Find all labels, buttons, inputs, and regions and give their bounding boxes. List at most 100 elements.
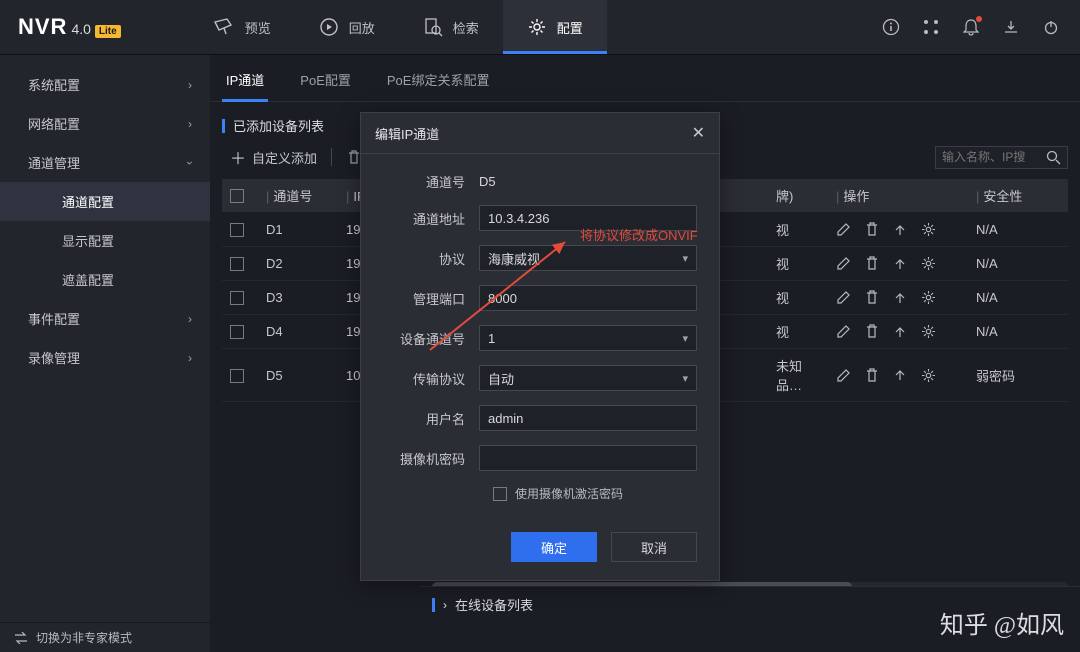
cell-security: N/A — [968, 247, 1068, 281]
nav-search[interactable]: 检索 — [399, 0, 503, 54]
swap-icon — [14, 632, 28, 644]
edit-icon[interactable] — [836, 256, 851, 271]
nav-playback[interactable]: 回放 — [295, 0, 399, 54]
nav-preview[interactable]: 预览 — [189, 0, 295, 54]
delete-icon[interactable] — [865, 290, 879, 305]
up-icon[interactable] — [893, 291, 907, 305]
delete-icon[interactable] — [865, 324, 879, 339]
cell-brand: 视 — [768, 281, 828, 315]
info-icon[interactable] — [882, 18, 900, 36]
up-icon[interactable] — [893, 223, 907, 237]
edit-channel-dialog: 编辑IP通道 ✕ 通道号D5 通道地址 协议海康威视▾ 管理端口 设备通道号1▾… — [360, 112, 720, 581]
chevron-right-icon: › — [188, 117, 192, 131]
edit-icon[interactable] — [836, 324, 851, 339]
ok-button[interactable]: 确定 — [511, 532, 597, 562]
cell-channel: D4 — [258, 315, 338, 349]
nav-search-label: 检索 — [453, 18, 479, 37]
col-ops: 操作 — [843, 189, 869, 204]
label-channel: 通道号 — [383, 172, 479, 191]
nav-config-label: 配置 — [557, 18, 583, 37]
tab-ip-channel[interactable]: IP通道 — [222, 70, 268, 101]
power-icon[interactable] — [1042, 18, 1060, 36]
delete-icon[interactable] — [865, 222, 879, 237]
tab-poe-bind[interactable]: PoE绑定关系配置 — [383, 70, 494, 101]
nav-playback-label: 回放 — [349, 18, 375, 37]
delete-icon[interactable] — [865, 256, 879, 271]
row-checkbox[interactable] — [230, 325, 244, 339]
label-address: 通道地址 — [383, 209, 479, 228]
cell-brand: 视 — [768, 315, 828, 349]
sidebar-item-display-config[interactable]: 显示配置 — [0, 221, 210, 260]
settings-icon[interactable] — [921, 290, 936, 305]
dev-channel-select[interactable]: 1▾ — [479, 325, 697, 351]
search-icon[interactable] — [1046, 150, 1061, 165]
up-icon[interactable] — [893, 257, 907, 271]
sidebar-item-network[interactable]: 网络配置 › — [0, 104, 210, 143]
select-all-checkbox[interactable] — [230, 189, 244, 203]
edit-icon[interactable] — [836, 290, 851, 305]
use-activate-checkbox[interactable]: 使用摄像机激活密码 — [493, 485, 697, 502]
label-transport: 传输协议 — [383, 369, 479, 388]
nav-config[interactable]: 配置 — [503, 0, 607, 54]
sidebar-item-channel-config[interactable]: 通道配置 — [0, 182, 210, 221]
up-icon[interactable] — [893, 325, 907, 339]
cancel-button[interactable]: 取消 — [611, 532, 697, 562]
edit-icon[interactable] — [836, 368, 851, 383]
row-checkbox[interactable] — [230, 223, 244, 237]
cell-brand: 视 — [768, 247, 828, 281]
col-brand: 牌) — [776, 189, 793, 204]
dev-channel-value: 1 — [488, 331, 495, 346]
settings-icon[interactable] — [921, 222, 936, 237]
section-online-devices[interactable]: › 在线设备列表 — [420, 586, 1080, 622]
logo-edition: Lite — [95, 25, 121, 38]
sidebar-item-event[interactable]: 事件配置› — [0, 299, 210, 338]
edit-icon[interactable] — [836, 222, 851, 237]
delete-icon[interactable] — [865, 368, 879, 383]
sidebar-item-record[interactable]: 录像管理 › — [0, 338, 210, 377]
sidebar-item-mask-config[interactable]: 遮盖配置 — [0, 260, 210, 299]
settings-icon[interactable] — [921, 368, 936, 383]
sidebar: 系统配置› 网络配置 › 通道管理› 通道配置 显示配置 遮盖配置 事件配置› 录… — [0, 55, 210, 622]
search-doc-icon — [423, 17, 443, 37]
search-input[interactable] — [942, 150, 1042, 164]
cell-channel: D2 — [258, 247, 338, 281]
custom-add-button[interactable]: ＋ 自定义添加 — [230, 145, 317, 169]
bell-icon[interactable] — [962, 18, 980, 36]
label-dev-channel: 设备通道号 — [383, 329, 479, 348]
settings-icon[interactable] — [921, 324, 936, 339]
row-checkbox[interactable] — [230, 291, 244, 305]
protocol-value: 海康威视 — [488, 249, 540, 268]
tab-poe-config[interactable]: PoE配置 — [296, 70, 355, 101]
sidebar-label: 网络配置 — [28, 114, 80, 133]
cell-security: N/A — [968, 213, 1068, 247]
apps-icon[interactable] — [922, 18, 940, 36]
chevron-down-icon: ▾ — [682, 252, 688, 265]
port-input[interactable] — [479, 285, 697, 311]
transport-select[interactable]: 自动▾ — [479, 365, 697, 391]
up-icon[interactable] — [893, 368, 907, 382]
row-checkbox[interactable] — [230, 369, 244, 383]
protocol-select[interactable]: 海康威视 ▾ — [479, 245, 697, 271]
close-icon[interactable]: ✕ — [692, 123, 705, 143]
logo-version: 4.0 — [71, 21, 90, 37]
settings-icon[interactable] — [921, 256, 936, 271]
username-input[interactable] — [479, 405, 697, 431]
password-input[interactable] — [479, 445, 697, 471]
cell-channel: D5 — [258, 349, 338, 402]
camera-icon — [213, 18, 235, 36]
sidebar-item-channel[interactable]: 通道管理› — [0, 143, 210, 182]
search-box[interactable] — [935, 146, 1068, 169]
cell-brand: 视 — [768, 213, 828, 247]
cell-channel: D1 — [258, 213, 338, 247]
sidebar-label: 录像管理 — [28, 348, 80, 367]
address-input[interactable] — [479, 205, 697, 231]
sidebar-item-system[interactable]: 系统配置› — [0, 65, 210, 104]
label-password: 摄像机密码 — [383, 449, 479, 468]
download-icon[interactable] — [1002, 18, 1020, 36]
row-checkbox[interactable] — [230, 257, 244, 271]
custom-add-label: 自定义添加 — [252, 148, 317, 167]
mode-switch[interactable]: 切换为非专家模式 — [0, 622, 210, 652]
separator — [331, 148, 332, 166]
chevron-right-icon: › — [188, 351, 192, 365]
col-security: 安全性 — [983, 189, 1022, 204]
